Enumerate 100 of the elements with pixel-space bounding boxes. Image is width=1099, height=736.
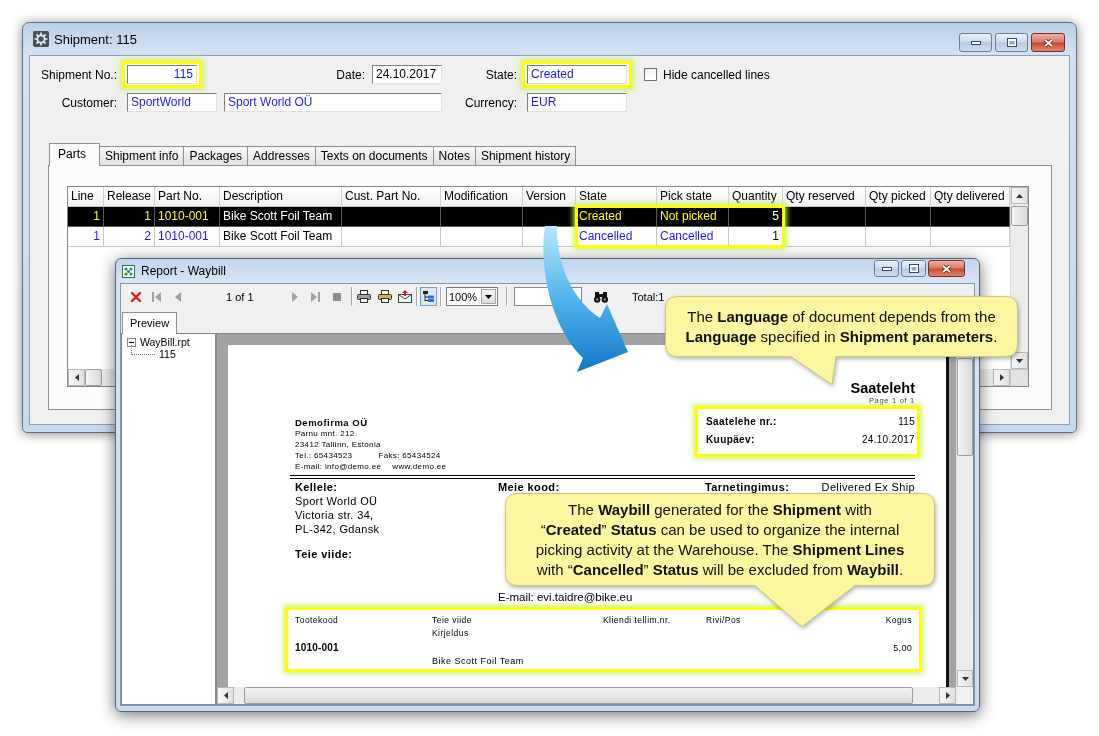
- minimize-icon: [881, 266, 892, 271]
- window-title: Shipment: 115: [54, 31, 137, 47]
- stop-icon[interactable]: [333, 292, 341, 301]
- customer-name-field[interactable]: Sport World OÜ: [224, 93, 442, 112]
- close-button[interactable]: [928, 260, 965, 277]
- column-header[interactable]: Part No.: [155, 187, 220, 207]
- checkbox-label[interactable]: Hide cancelled lines: [663, 67, 770, 82]
- scroll-button[interactable]: [1011, 187, 1028, 204]
- column-header[interactable]: Qty picked: [866, 187, 931, 207]
- scroll-button[interactable]: [68, 369, 85, 386]
- table-cell: Bike Scott Foil Team: [220, 227, 342, 247]
- column-header[interactable]: Pick state: [657, 187, 729, 207]
- scroll-button[interactable]: [1011, 352, 1028, 369]
- column-header: Teie viide: [432, 615, 472, 625]
- field-label: Shipment No.:: [40, 67, 118, 82]
- caret-left-icon: [74, 374, 79, 381]
- column-header[interactable]: Version: [523, 187, 576, 207]
- column-header: Kogus: [885, 615, 912, 625]
- field-label: Saatelehe nr.:: [706, 415, 777, 429]
- tab[interactable]: Texts on documents: [314, 146, 434, 165]
- binoculars-icon[interactable]: [594, 290, 608, 303]
- tab[interactable]: Shipment history: [474, 146, 577, 165]
- caret-left-icon: [223, 692, 228, 699]
- email-text: E-mail: evi.taidre@bike.eu: [498, 590, 633, 604]
- section-label: Kellele:: [295, 481, 338, 494]
- field-label: State:: [485, 67, 518, 82]
- close-icon: [1042, 37, 1054, 48]
- table-cell: 1: [68, 227, 104, 247]
- scroll-thumb[interactable]: [85, 369, 102, 386]
- state-field[interactable]: Created: [527, 65, 627, 84]
- table-cell: 5,00: [893, 642, 912, 654]
- date-field[interactable]: 24.10.2017: [372, 65, 442, 84]
- tab[interactable]: Addresses: [247, 146, 316, 165]
- column-header[interactable]: Modification: [441, 187, 523, 207]
- company-name: Demofirma OÜ: [295, 417, 368, 428]
- collapse-icon[interactable]: [127, 338, 136, 347]
- caret-right-icon: [945, 692, 950, 699]
- window-title: Report - Waybill: [141, 264, 226, 278]
- customer-code-field[interactable]: SportWorld: [127, 93, 217, 112]
- tab[interactable]: Notes: [432, 146, 476, 165]
- column-header[interactable]: Description: [220, 187, 342, 207]
- tab[interactable]: Preview: [122, 312, 178, 334]
- column-header[interactable]: Cust. Part No.: [342, 187, 441, 207]
- table-cell: 1010-001: [155, 227, 220, 247]
- table-cell: Cancelled: [657, 227, 729, 247]
- printer-icon[interactable]: [357, 290, 371, 303]
- field-label: Currency:: [465, 95, 518, 110]
- column-header[interactable]: State: [576, 187, 657, 207]
- tree-item[interactable]: WayBill.rpt: [140, 337, 190, 348]
- maximize-button[interactable]: [901, 260, 926, 277]
- caret-up-icon: [1016, 193, 1023, 198]
- tree-icon: [423, 291, 434, 302]
- envelope-icon[interactable]: [398, 290, 412, 303]
- minimize-button[interactable]: [874, 260, 899, 277]
- column-header[interactable]: Quantity: [729, 187, 783, 207]
- close-button[interactable]: [1031, 33, 1065, 52]
- field-label: Date:: [336, 67, 365, 82]
- column-header[interactable]: Release: [104, 187, 155, 207]
- callout-text: The Language of document depends from the Language specified in Shipment parameters.: [685, 306, 998, 347]
- scroll-button[interactable]: [939, 687, 956, 704]
- address-line: PL-342, Gdansk: [295, 522, 380, 536]
- close-icon[interactable]: [130, 290, 142, 303]
- email-text: E-mail: info@demo.ee: [295, 461, 382, 472]
- address-line: Victoria str. 34,: [295, 508, 374, 522]
- scroll-button[interactable]: [217, 687, 234, 704]
- tree-toggle-button[interactable]: [420, 287, 437, 306]
- table-row[interactable]: 1 1 1010-001 Bike Scott Foil Team Created Not picked 5: [68, 207, 1010, 227]
- tab[interactable]: Parts: [49, 143, 100, 166]
- checkbox[interactable]: [644, 68, 657, 81]
- app-icon: [122, 264, 135, 278]
- maximize-button[interactable]: [995, 33, 1028, 52]
- total-label: Total:1: [632, 290, 665, 303]
- table-row[interactable]: 1 2 1010-001 Bike Scott Foil Team Cancelled Cancelled 1: [68, 227, 1010, 247]
- currency-field[interactable]: EUR: [527, 93, 627, 112]
- table-cell: Bike Scott Foil Team: [432, 656, 524, 666]
- table-cell: 1: [729, 227, 783, 247]
- caret-down-icon: [1016, 358, 1023, 363]
- caret-down-icon: [961, 676, 969, 681]
- scroll-button[interactable]: [993, 369, 1010, 386]
- column-header[interactable]: Qty reserved: [783, 187, 866, 207]
- scrollbar-corner: [1010, 369, 1028, 386]
- printer-icon[interactable]: [378, 290, 392, 303]
- scroll-thumb[interactable]: [957, 358, 973, 456]
- tab[interactable]: Packages: [183, 146, 249, 165]
- close-icon: [941, 263, 952, 274]
- scroll-button[interactable]: [957, 670, 973, 687]
- scroll-thumb[interactable]: [1011, 206, 1028, 226]
- address-line: Sport World OÜ: [295, 494, 378, 508]
- section-label: Teie viide:: [295, 548, 353, 561]
- column-header[interactable]: Qty delivered: [931, 187, 1010, 207]
- shipment-number-field[interactable]: 115: [127, 65, 197, 84]
- tree-item[interactable]: 115: [159, 348, 176, 361]
- tab[interactable]: Shipment info: [99, 146, 185, 165]
- website-text: www.demo.ee: [392, 461, 447, 472]
- field-value: 115: [898, 415, 915, 429]
- table-cell: 2: [104, 227, 155, 247]
- minimize-button[interactable]: [959, 33, 992, 52]
- page-indicator: 1 of 1: [226, 290, 254, 303]
- column-header[interactable]: Line: [68, 187, 104, 207]
- zoom-dropdown[interactable]: 100%: [446, 287, 498, 306]
